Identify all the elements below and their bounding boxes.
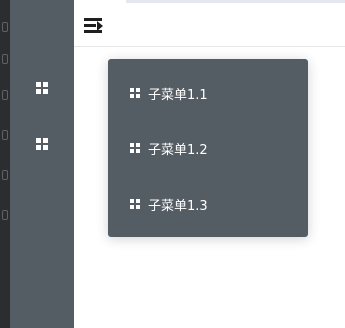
gutter-glyph [2,90,8,100]
gutter-glyph [2,54,8,64]
grid-icon [130,143,140,153]
submenu-item-1-3[interactable]: 子菜单1.3 [108,176,308,232]
submenu-item-1-2[interactable]: 子菜单1.2 [108,120,308,176]
editor-gutter [0,0,10,328]
grid-icon [130,88,140,98]
sidebar-item-1[interactable] [10,60,74,116]
sidebar-item-2[interactable] [10,116,74,172]
top-header [74,0,345,47]
gutter-glyph [2,22,8,32]
grid-icon [130,199,140,209]
header-top-border [126,0,345,3]
gutter-glyph [2,130,8,140]
collapsed-sidebar-menu [10,0,74,328]
submenu-item-1-1[interactable]: 子菜单1.1 [108,65,308,121]
submenu-popup: 子菜单1.1 子菜单1.2 子菜单1.3 [108,59,308,237]
gutter-glyph [2,170,8,180]
submenu-item-label: 子菜单1.3 [148,198,208,214]
grid-icon [36,82,48,94]
grid-icon [36,138,48,150]
gutter-glyph [2,210,8,220]
menu-fold-button[interactable] [84,18,104,34]
submenu-item-label: 子菜单1.2 [148,142,208,158]
submenu-item-label: 子菜单1.1 [148,87,208,103]
